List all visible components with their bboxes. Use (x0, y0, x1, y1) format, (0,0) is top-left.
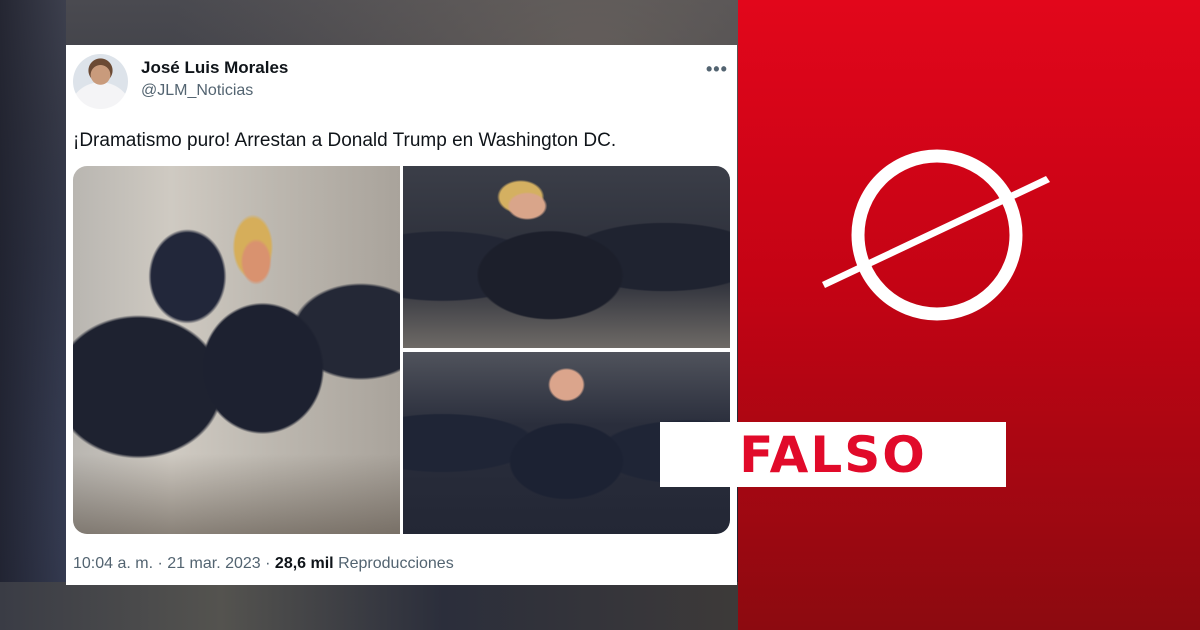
meta-separator: · (265, 555, 271, 572)
more-options-icon[interactable]: ••• (706, 59, 728, 80)
author-handle[interactable]: @JLM_Noticias (141, 82, 253, 100)
tweet-date[interactable]: 21 mar. 2023 (167, 555, 260, 572)
media-grid (73, 166, 730, 534)
views-label: Reproducciones (338, 555, 454, 572)
verdict-label: FALSO (739, 425, 927, 484)
tweet-time[interactable]: 10:04 a. m. (73, 555, 153, 572)
no-sign-icon (822, 149, 1050, 321)
avatar[interactable] (73, 54, 128, 109)
tweet-meta: 10:04 a. m. · 21 mar. 2023 · 28,6 mil Re… (73, 555, 454, 573)
views-count: 28,6 mil (274, 555, 334, 572)
tweet-image-1[interactable] (73, 166, 400, 534)
verdict-badge: FALSO (660, 422, 1006, 487)
tweet-text: ¡Dramatismo puro! Arrestan a Donald Trum… (73, 130, 617, 151)
meta-separator: · (157, 555, 163, 572)
tweet-card: José Luis Morales @JLM_Noticias ••• ¡Dra… (66, 45, 737, 585)
author-name[interactable]: José Luis Morales (141, 58, 288, 78)
tweet-image-2[interactable] (403, 166, 730, 348)
